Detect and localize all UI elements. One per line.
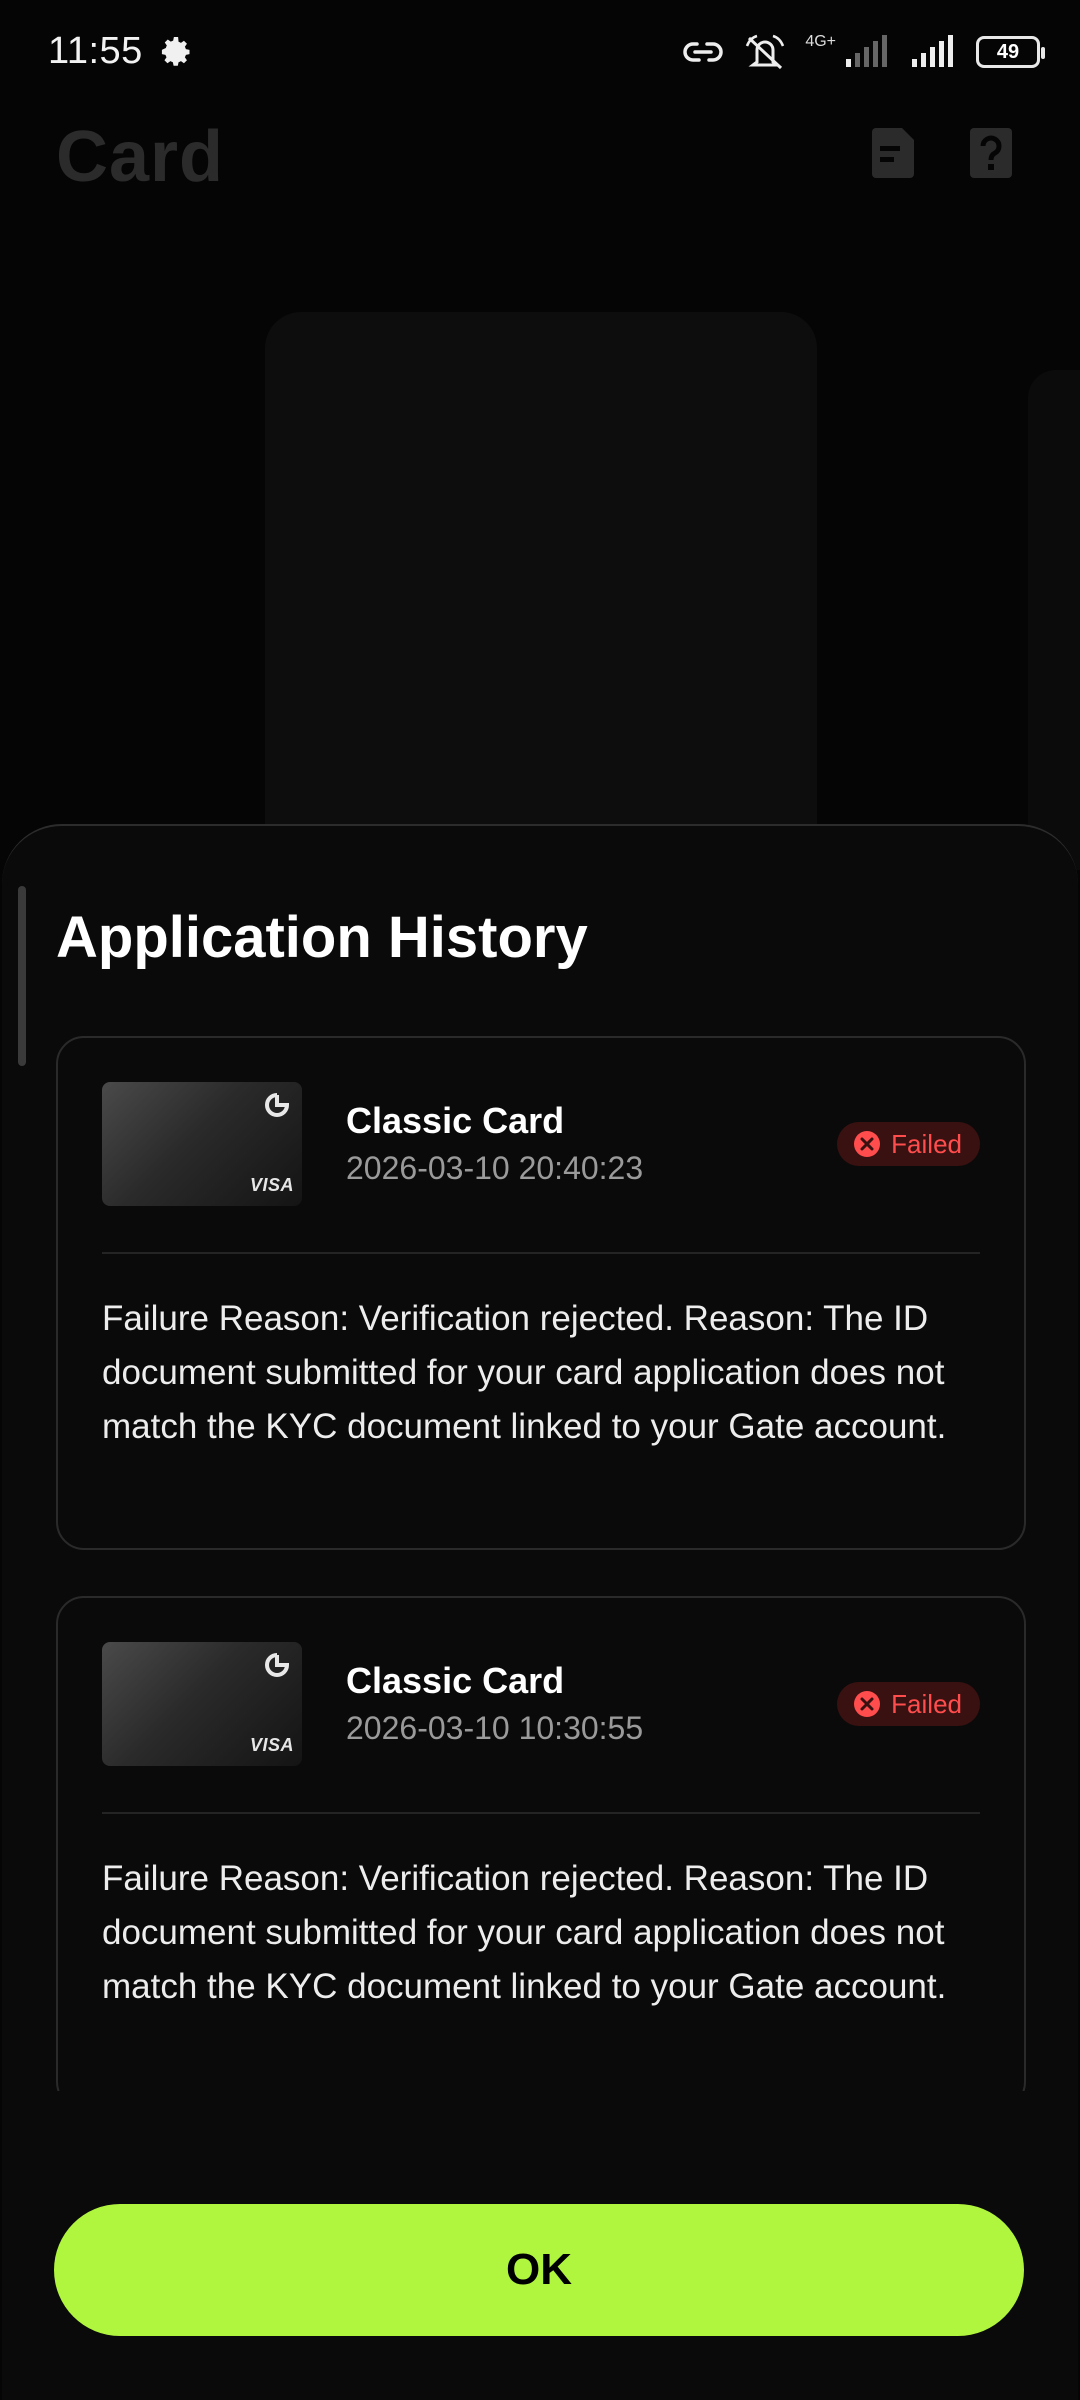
network-label: 4G+ xyxy=(805,33,836,50)
status-time: 11:55 xyxy=(48,30,143,72)
visa-logo: VISA xyxy=(249,1175,294,1195)
background-card xyxy=(265,312,817,872)
application-history-sheet: Application History VISA Classic Card 20… xyxy=(2,824,1078,2400)
error-icon xyxy=(854,1691,881,1717)
status-bar: 11:55 4G+ 49 xyxy=(0,0,1080,110)
error-icon xyxy=(854,1131,881,1157)
application-date: 2026-03-10 20:40:23 xyxy=(346,1150,644,1186)
application-item: VISA Classic Card 2026-03-10 20:40:23 Fa… xyxy=(56,1036,1026,1550)
signal-icon xyxy=(846,35,887,67)
card-name: Classic Card xyxy=(346,1100,565,1141)
mute-icon xyxy=(746,34,785,70)
scroll-indicator xyxy=(18,886,26,1066)
page-title: Card xyxy=(56,117,225,197)
background-card-next xyxy=(1028,370,1080,870)
status-icons: 4G+ 49 xyxy=(681,30,1045,74)
signal-icon xyxy=(912,35,953,67)
divider xyxy=(102,1812,980,1814)
link-icon xyxy=(683,42,723,62)
sheet-title: Application History xyxy=(56,905,588,970)
status-label: Failed xyxy=(891,1128,962,1159)
card-thumbnail: VISA xyxy=(102,1082,302,1206)
divider xyxy=(102,1252,980,1254)
battery-level: 49 xyxy=(996,40,1020,63)
document-icon[interactable] xyxy=(868,126,918,180)
failure-reason: Failure Reason: Verification rejected. R… xyxy=(102,1859,947,2006)
gate-logo-icon xyxy=(265,1093,290,1117)
failure-reason: Failure Reason: Verification rejected. R… xyxy=(102,1299,947,1446)
application-date: 2026-03-10 10:30:55 xyxy=(346,1710,644,1746)
page-header: Card xyxy=(0,110,1080,210)
screen: 11:55 4G+ 49 Card Application History VI… xyxy=(0,0,1080,2400)
status-badge: Failed xyxy=(837,1122,980,1166)
ok-button[interactable]: OK xyxy=(54,2204,1024,2336)
card-name: Classic Card xyxy=(346,1660,565,1701)
battery-icon: 49 xyxy=(976,36,1045,68)
application-item: VISA Classic Card 2026-03-10 10:30:55 Fa… xyxy=(56,1596,1026,2091)
status-label: Failed xyxy=(891,1688,962,1719)
help-icon[interactable] xyxy=(966,126,1016,180)
visa-logo: VISA xyxy=(249,1735,294,1755)
application-list[interactable]: VISA Classic Card 2026-03-10 20:40:23 Fa… xyxy=(56,1036,1026,2091)
card-thumbnail: VISA xyxy=(102,1642,302,1766)
gear-icon xyxy=(161,37,190,66)
status-badge: Failed xyxy=(837,1682,980,1726)
gate-logo-icon xyxy=(265,1653,290,1677)
